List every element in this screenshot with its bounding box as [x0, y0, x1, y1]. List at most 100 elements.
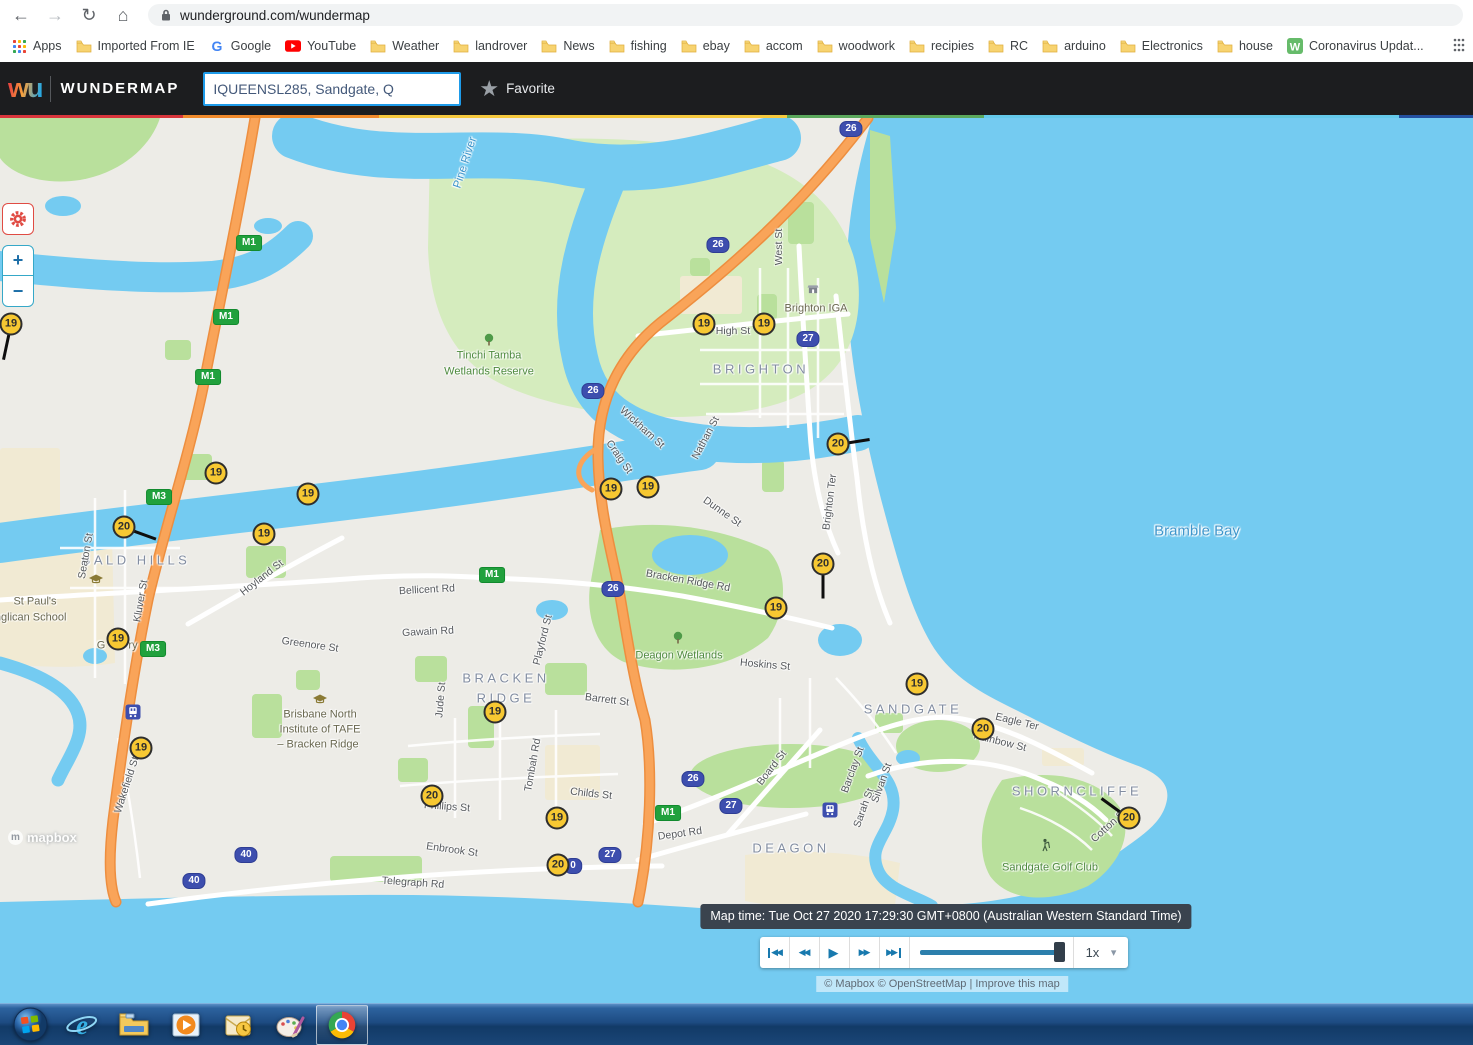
- bookmark-house[interactable]: house: [1217, 38, 1273, 54]
- slider-track[interactable]: [920, 950, 1063, 955]
- bookmark-imported-from-ie[interactable]: Imported From IE: [76, 38, 195, 54]
- bookmark-recipies[interactable]: recipies: [909, 38, 974, 54]
- taskbar-chrome-button[interactable]: [316, 1005, 368, 1045]
- wundermap-header: wu WUNDERMAP ★ Favorite: [0, 62, 1473, 115]
- home-button[interactable]: ⌂: [110, 2, 136, 28]
- bookmark-label: recipies: [931, 39, 974, 53]
- speed-value: 1x: [1086, 945, 1100, 960]
- station-marker[interactable]: 19: [130, 737, 153, 760]
- bookmark-landrover[interactable]: landrover: [453, 38, 527, 54]
- zoom-out-button[interactable]: −: [3, 276, 33, 306]
- bookmark-apps[interactable]: Apps: [11, 38, 62, 54]
- star-icon: ★: [479, 76, 499, 102]
- google-icon: G: [209, 38, 225, 54]
- mapbox-icon: m: [8, 830, 23, 845]
- url-text[interactable]: wunderground.com/wundermap: [180, 8, 370, 23]
- taskbar-ie-button[interactable]: e: [56, 1005, 108, 1045]
- bookmark-electronics[interactable]: Electronics: [1120, 38, 1203, 54]
- station-marker[interactable]: 20: [812, 553, 835, 576]
- favorite-button[interactable]: ★ Favorite: [479, 76, 555, 102]
- nav-buttons: ← → ↻ ⌂: [0, 2, 136, 28]
- bookmark-weather[interactable]: Weather: [370, 38, 439, 54]
- station-marker[interactable]: 19: [906, 673, 929, 696]
- bookmark-rc[interactable]: RC: [988, 38, 1028, 54]
- bookmark-news[interactable]: News: [541, 38, 594, 54]
- browser-toolbar: ← → ↻ ⌂ wunderground.com/wundermap: [0, 0, 1473, 30]
- bookmark-label: ebay: [703, 39, 730, 53]
- station-marker[interactable]: 20: [972, 718, 995, 741]
- play-button[interactable]: ▶: [820, 937, 850, 968]
- bookmark-label: RC: [1010, 39, 1028, 53]
- taskbar-outlook-button[interactable]: [212, 1005, 264, 1045]
- bookmark-label: landrover: [475, 39, 527, 53]
- header-divider: [50, 76, 51, 102]
- map-canvas[interactable]: [0, 118, 1473, 1003]
- folder-icon: [988, 38, 1004, 54]
- bookmark-label: News: [563, 39, 594, 53]
- bookmark-youtube[interactable]: YouTube: [285, 38, 356, 54]
- folder-icon: [541, 38, 557, 54]
- bookmark-ebay[interactable]: ebay: [681, 38, 730, 54]
- apps-icon: [11, 38, 27, 54]
- taskbar-explorer-button[interactable]: [108, 1005, 160, 1045]
- reload-button[interactable]: ↻: [76, 2, 102, 28]
- zoom-in-button[interactable]: +: [3, 246, 33, 276]
- station-marker[interactable]: 19: [253, 523, 276, 546]
- forward-button: →: [42, 2, 68, 28]
- station-marker[interactable]: 19: [107, 628, 130, 651]
- station-marker[interactable]: 19: [693, 313, 716, 336]
- station-marker[interactable]: 19: [484, 701, 507, 724]
- bookmark-woodwork[interactable]: woodwork: [817, 38, 895, 54]
- back-button[interactable]: ←: [8, 2, 34, 28]
- folder-icon: [1217, 38, 1233, 54]
- bookmark-accom[interactable]: accom: [744, 38, 803, 54]
- skip-end-button[interactable]: ▶▶: [880, 937, 910, 968]
- taskbar-media-player-button[interactable]: [160, 1005, 212, 1045]
- station-marker[interactable]: 19: [546, 807, 569, 830]
- location-search-input[interactable]: [203, 72, 461, 106]
- youtube-icon: [285, 38, 301, 54]
- station-marker[interactable]: 20: [113, 516, 136, 539]
- map-attribution[interactable]: © Mapbox © OpenStreetMap | Improve this …: [816, 976, 1068, 992]
- station-marker[interactable]: 20: [547, 854, 570, 877]
- bookmarks-bar: Apps Imported From IE GGoogle YouTube Weathe…: [0, 30, 1473, 62]
- station-marker[interactable]: 19: [753, 313, 776, 336]
- map-settings-button[interactable]: [2, 203, 34, 235]
- playback-buttons: ◀◀◀◀▶▶▶▶▶: [760, 937, 910, 968]
- zoom-control: + −: [2, 245, 34, 307]
- station-marker[interactable]: 19: [205, 462, 228, 485]
- taskbar-paint-button[interactable]: [264, 1005, 316, 1045]
- bookmark-label: Weather: [392, 39, 439, 53]
- speed-select[interactable]: 1x ▾: [1073, 937, 1128, 968]
- rewind-button[interactable]: ◀◀: [790, 937, 820, 968]
- wu-logo-icon[interactable]: wu: [8, 73, 42, 104]
- bookmark-arduino[interactable]: arduino: [1042, 38, 1106, 54]
- lock-icon: [160, 8, 172, 22]
- station-marker[interactable]: 20: [421, 785, 444, 808]
- chevron-down-icon: ▾: [1111, 946, 1117, 959]
- bookmark-label: Imported From IE: [98, 39, 195, 53]
- station-marker[interactable]: 19: [297, 483, 320, 506]
- taskbar-start-button[interactable]: [4, 1005, 56, 1045]
- bookmarks-overflow-icon[interactable]: [1451, 38, 1467, 54]
- bookmark-label: Electronics: [1142, 39, 1203, 53]
- bookmark-label: Apps: [33, 39, 62, 53]
- url-bar[interactable]: wunderground.com/wundermap: [148, 4, 1463, 26]
- station-marker[interactable]: 19: [0, 313, 23, 336]
- slider-handle[interactable]: [1054, 942, 1065, 962]
- station-marker[interactable]: 19: [600, 478, 623, 501]
- mapbox-logo[interactable]: m mapbox: [8, 830, 77, 845]
- folder-icon: [909, 38, 925, 54]
- bookmark-fishing[interactable]: fishing: [609, 38, 667, 54]
- station-marker[interactable]: 19: [637, 476, 660, 499]
- bookmark-google[interactable]: GGoogle: [209, 38, 271, 54]
- skip-start-button[interactable]: ◀◀: [760, 937, 790, 968]
- fast-forward-button[interactable]: ▶▶: [850, 937, 880, 968]
- bookmark-coronavirus-updat-[interactable]: WCoronavirus Updat...: [1287, 38, 1424, 54]
- timeline-slider[interactable]: [910, 937, 1073, 968]
- svg-text:e: e: [76, 1010, 88, 1040]
- station-marker[interactable]: 19: [765, 597, 788, 620]
- windows-taskbar: e: [0, 1003, 1473, 1045]
- station-marker[interactable]: 20: [827, 433, 850, 456]
- station-marker[interactable]: 20: [1118, 807, 1141, 830]
